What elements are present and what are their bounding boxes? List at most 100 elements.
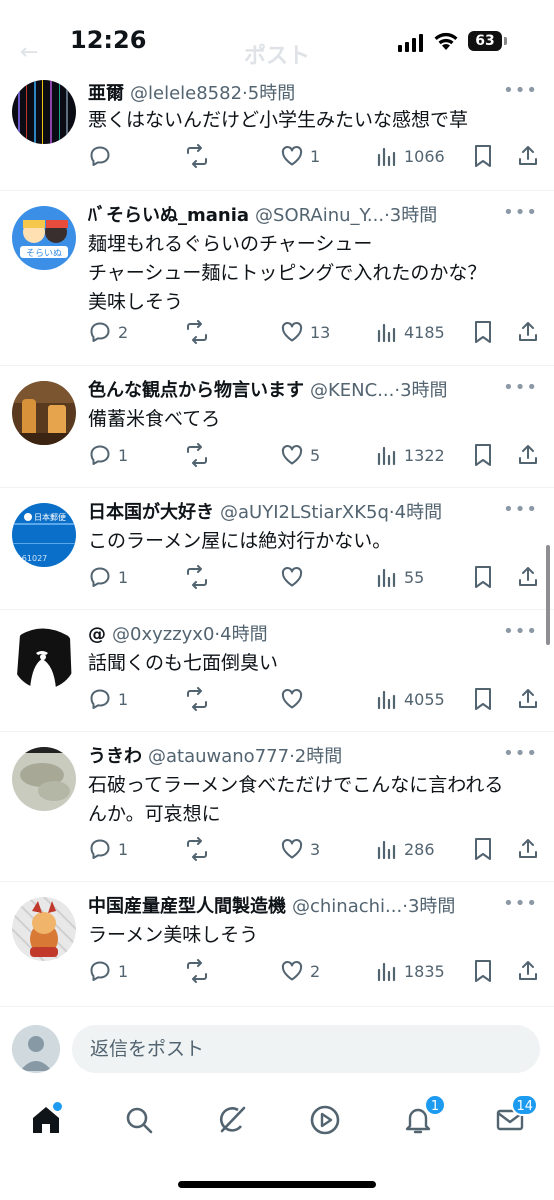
reply-count: 1 — [118, 567, 129, 587]
like-button[interactable]: 5 — [280, 443, 320, 467]
views-button[interactable]: 4055 — [376, 687, 445, 711]
more-options-icon[interactable]: ••• — [503, 893, 538, 914]
more-options-icon[interactable]: ••• — [503, 499, 538, 520]
bookmark-button[interactable] — [472, 687, 494, 711]
avatar[interactable] — [12, 625, 76, 689]
user-handle[interactable]: @lelele8582 — [130, 83, 242, 104]
user-handle[interactable]: @SORAinu_Y... — [255, 205, 384, 226]
views-icon — [377, 690, 396, 710]
repost-button[interactable] — [184, 565, 210, 589]
timestamp[interactable]: 5時間 — [248, 83, 295, 104]
display-name[interactable]: うきわ — [88, 746, 142, 767]
scrollbar[interactable] — [546, 545, 550, 645]
display-name[interactable]: 中国産量産型人間製造機 — [88, 896, 286, 917]
repost-button[interactable] — [184, 959, 210, 983]
more-options-icon[interactable]: ••• — [503, 80, 538, 101]
avatar[interactable] — [12, 381, 76, 445]
reply-button[interactable]: 1 — [88, 687, 128, 711]
like-button[interactable]: 13 — [280, 320, 330, 344]
like-count: 1 — [310, 146, 321, 166]
timestamp[interactable]: 3時間 — [400, 380, 447, 401]
more-options-icon[interactable]: ••• — [503, 377, 538, 398]
reply-button[interactable]: 1 — [88, 443, 128, 467]
avatar[interactable]: そらいぬ — [12, 206, 76, 270]
reply-tweet[interactable]: 亜爾 @lelele8582·5時間 ••• 悪くはないんだけど小学生みたいな感想… — [0, 80, 554, 191]
more-options-icon[interactable]: ••• — [503, 621, 538, 642]
share-button[interactable] — [516, 320, 540, 344]
my-avatar[interactable] — [12, 1025, 60, 1073]
share-button[interactable] — [516, 565, 540, 589]
share-button[interactable] — [516, 687, 540, 711]
timestamp[interactable]: 3時間 — [390, 205, 437, 226]
more-options-icon[interactable]: ••• — [503, 743, 538, 764]
reply-button[interactable]: 1 — [88, 565, 128, 589]
avatar[interactable] — [12, 897, 76, 961]
timestamp[interactable]: 2時間 — [295, 746, 342, 767]
views-button[interactable]: 1066 — [376, 144, 445, 168]
display-name[interactable]: ﾊﾞそらいぬ_mania — [88, 205, 249, 226]
reply-tweet[interactable]: @ @0xyzzyx0·4時間 ••• 話聞くのも七面倒臭い 1 4055 — [0, 609, 554, 732]
tab-messages[interactable]: 14 — [490, 1094, 538, 1140]
share-button[interactable] — [516, 837, 540, 861]
reply-input[interactable]: 返信をポスト — [72, 1025, 540, 1073]
display-name[interactable]: 色んな観点から物言います — [88, 380, 304, 401]
share-icon — [519, 961, 537, 980]
reply-tweet[interactable]: 中国産量産型人間製造機 @chinachi...·3時間 ••• ラーメン美味しそ… — [0, 881, 554, 1007]
reply-tweet[interactable]: 日本郵便 161027 日本国が大好き @aUYI2LStiarXK5q·4時間 … — [0, 487, 554, 610]
views-button[interactable]: 286 — [376, 837, 435, 861]
reply-icon — [90, 839, 110, 859]
user-handle[interactable]: @atauwano777 — [148, 746, 289, 767]
tab-video[interactable] — [305, 1100, 345, 1140]
reply-button[interactable]: 1 — [88, 959, 128, 983]
timestamp[interactable]: 4時間 — [220, 624, 267, 645]
tab-home[interactable] — [26, 1100, 66, 1140]
user-handle[interactable]: @KENC... — [310, 380, 394, 401]
like-button[interactable]: 1 — [280, 144, 320, 168]
repost-button[interactable] — [184, 837, 210, 861]
timestamp[interactable]: 4時間 — [395, 502, 442, 523]
views-button[interactable]: 1322 — [376, 443, 445, 467]
bookmark-button[interactable] — [472, 443, 494, 467]
more-options-icon[interactable]: ••• — [503, 202, 538, 223]
tab-grok[interactable] — [212, 1100, 252, 1140]
bookmark-button[interactable] — [472, 144, 494, 168]
reply-tweet[interactable]: 色んな観点から物言います @KENC...·3時間 ••• 備蓄米食べてろ 1 5… — [0, 365, 554, 488]
share-button[interactable] — [516, 443, 540, 467]
view-count: 4055 — [404, 689, 445, 709]
views-button[interactable]: 55 — [376, 565, 424, 589]
reply-tweet[interactable]: うきわ @atauwano777·2時間 ••• 石破ってラーメン食べただけでこん… — [0, 731, 554, 882]
avatar[interactable] — [12, 747, 76, 811]
repost-button[interactable] — [184, 320, 210, 344]
views-button[interactable]: 4185 — [376, 320, 445, 344]
reply-button[interactable]: 1 — [88, 837, 128, 861]
reply-button[interactable]: 2 — [88, 320, 128, 344]
bookmark-button[interactable] — [472, 837, 494, 861]
tweet-actions: 2 13 4185 — [88, 320, 544, 348]
bookmark-button[interactable] — [472, 320, 494, 344]
display-name[interactable]: @ — [88, 624, 106, 645]
display-name[interactable]: 亜爾 — [88, 83, 124, 104]
avatar[interactable] — [12, 80, 76, 144]
views-button[interactable]: 1835 — [376, 959, 445, 983]
like-button[interactable] — [280, 565, 310, 589]
repost-button[interactable] — [184, 687, 210, 711]
bookmark-button[interactable] — [472, 959, 494, 983]
display-name[interactable]: 日本国が大好き — [88, 502, 214, 523]
repost-button[interactable] — [184, 144, 210, 168]
user-handle[interactable]: @0xyzzyx0 — [112, 624, 214, 645]
tab-search[interactable] — [119, 1100, 159, 1140]
reply-tweet[interactable]: そらいぬ ﾊﾞそらいぬ_mania @SORAinu_Y...·3時間 ••• 麺… — [0, 190, 554, 366]
user-handle[interactable]: @chinachi... — [292, 896, 402, 917]
bookmark-button[interactable] — [472, 565, 494, 589]
reply-button[interactable] — [88, 144, 118, 168]
timestamp[interactable]: 3時間 — [408, 896, 455, 917]
like-button[interactable]: 3 — [280, 837, 320, 861]
like-button[interactable] — [280, 687, 310, 711]
avatar[interactable]: 日本郵便 161027 — [12, 503, 76, 567]
repost-button[interactable] — [184, 443, 210, 467]
like-button[interactable]: 2 — [280, 959, 320, 983]
tab-notifications[interactable]: 1 — [398, 1094, 446, 1140]
share-button[interactable] — [516, 144, 540, 168]
user-handle[interactable]: @aUYI2LStiarXK5q — [220, 502, 389, 523]
share-button[interactable] — [516, 959, 540, 983]
